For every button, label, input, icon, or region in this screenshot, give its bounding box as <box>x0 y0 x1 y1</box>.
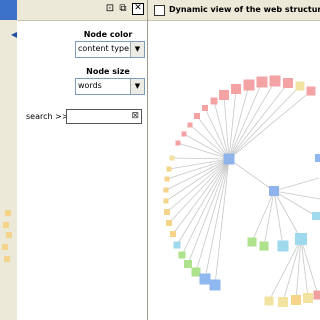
graph-panel: Dynamic view of the web structure <box>148 0 320 320</box>
graph-node[interactable] <box>315 154 320 162</box>
graph-edge <box>168 158 230 170</box>
graph-node <box>2 244 8 250</box>
hub-node[interactable] <box>269 186 279 196</box>
graph-node[interactable] <box>184 260 192 268</box>
graph-node[interactable] <box>187 122 193 128</box>
graph-edge <box>165 158 230 202</box>
graph-node[interactable] <box>191 267 201 277</box>
graph-edge <box>300 238 319 296</box>
control-panel-titlebar: ⊡ ⧉ ✕ <box>17 0 147 21</box>
chevron-down-icon[interactable]: ▼ <box>130 79 144 94</box>
graph-node[interactable] <box>194 113 200 119</box>
graph-edge <box>228 90 312 160</box>
graph-node <box>5 210 11 216</box>
graph-edge <box>300 238 309 299</box>
graph-node[interactable] <box>231 84 241 94</box>
graph-node[interactable] <box>259 241 269 251</box>
search-input[interactable]: ⊠ <box>66 109 142 124</box>
graph-edge <box>196 115 230 160</box>
graph-node[interactable] <box>312 212 320 220</box>
web-structure-graph[interactable] <box>148 21 320 320</box>
chevron-down-icon[interactable]: ▼ <box>130 42 144 57</box>
node-size-select[interactable]: words ▼ <box>75 78 145 95</box>
graph-node[interactable] <box>295 81 305 91</box>
graph-node[interactable] <box>243 79 255 91</box>
collapsed-side-panel[interactable]: ◀ <box>0 0 18 320</box>
close-icon[interactable]: ✕ <box>132 3 144 15</box>
graph-edge <box>228 158 275 192</box>
graph-node[interactable] <box>163 198 169 204</box>
graph-title: Dynamic view of the web structure <box>169 5 320 14</box>
graph-node[interactable] <box>269 75 281 87</box>
graph-node <box>3 222 9 228</box>
graph-edge <box>171 157 230 160</box>
graph-node[interactable] <box>173 241 181 249</box>
graph-node[interactable] <box>313 290 320 300</box>
graph-node[interactable] <box>247 237 257 247</box>
restore-icon[interactable]: ⊡ <box>104 3 116 15</box>
maximize-icon[interactable]: ⧉ <box>117 3 129 15</box>
graph-nodes <box>163 75 320 307</box>
graph-edge <box>183 133 230 160</box>
graph-node[interactable] <box>166 166 172 172</box>
graph-edge <box>251 190 275 243</box>
clear-search-icon[interactable]: ⊠ <box>131 110 139 123</box>
graph-node[interactable] <box>291 295 301 305</box>
graph-node[interactable] <box>303 293 313 303</box>
graph-node[interactable] <box>295 233 307 245</box>
graph-node[interactable] <box>169 155 175 161</box>
graph-node[interactable] <box>209 279 221 291</box>
graph-node[interactable] <box>175 140 181 146</box>
node-size-value: words <box>78 81 102 90</box>
graph-edge <box>177 142 230 160</box>
graph-node[interactable] <box>306 86 316 96</box>
graph-node[interactable] <box>164 176 170 182</box>
hub-node[interactable] <box>223 153 235 165</box>
graph-node[interactable] <box>264 296 274 306</box>
graph-node[interactable] <box>164 209 170 215</box>
graph-node[interactable] <box>181 131 187 137</box>
graph-node[interactable] <box>199 273 211 285</box>
graph-node[interactable] <box>178 251 186 259</box>
node-color-value: content type <box>78 44 130 53</box>
graph-titlebar: Dynamic view of the web structure <box>148 0 320 21</box>
graph-node[interactable] <box>219 90 229 100</box>
graph-edge <box>228 85 301 160</box>
graph-node[interactable] <box>283 78 293 88</box>
graph-node[interactable] <box>277 240 289 252</box>
graph-node <box>6 232 12 238</box>
graph-edge <box>172 158 230 235</box>
graph-edge <box>204 158 230 280</box>
window-icon <box>154 5 165 16</box>
graph-node[interactable] <box>256 76 268 88</box>
graph-node[interactable] <box>163 187 169 193</box>
graph-edge <box>228 82 289 160</box>
graph-node[interactable] <box>202 105 208 111</box>
control-panel: ⊡ ⧉ ✕ Node color content type ▼ Node siz… <box>17 0 148 320</box>
graph-edge <box>189 124 230 160</box>
graph-node[interactable] <box>278 297 288 307</box>
node-color-label: Node color <box>83 30 133 39</box>
search-label: search >> <box>26 112 69 121</box>
graph-node[interactable] <box>210 97 218 105</box>
graph-edge <box>228 84 250 160</box>
graph-node[interactable] <box>170 231 176 237</box>
graph-edge <box>273 177 320 192</box>
graph-node <box>4 256 10 262</box>
graph-edges <box>165 80 320 303</box>
graph-edge <box>263 190 275 247</box>
node-color-select[interactable]: content type ▼ <box>75 41 145 58</box>
node-size-label: Node size <box>86 67 130 76</box>
side-panel-header <box>0 0 17 20</box>
graph-node[interactable] <box>166 220 172 226</box>
